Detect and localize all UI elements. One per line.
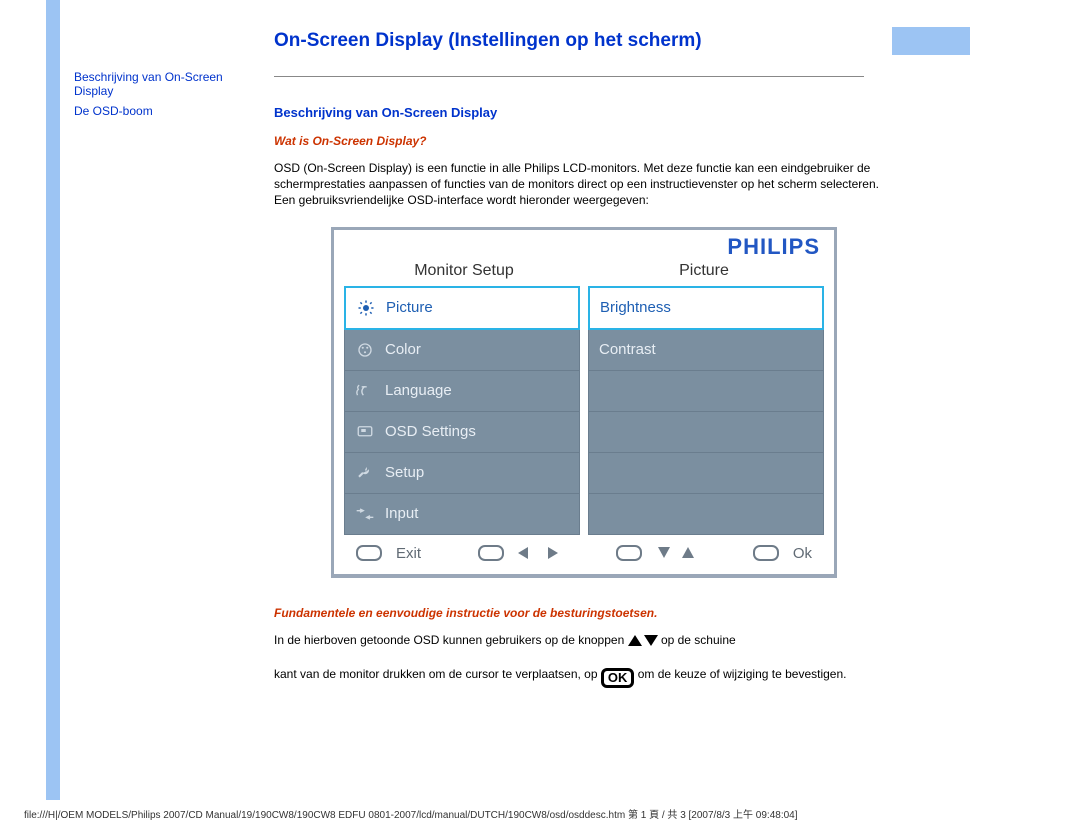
osd-nav-updown[interactable] xyxy=(616,545,696,561)
osd-sub-empty xyxy=(588,453,824,494)
osd-item-osd-settings[interactable]: OSD Settings xyxy=(344,412,580,453)
osd-nav-arrows[interactable] xyxy=(478,545,558,561)
intro-paragraph: OSD (On-Screen Display) is een functie i… xyxy=(274,160,894,209)
instructions-p1: In de hierboven getoonde OSD kunnen gebr… xyxy=(274,632,894,648)
osd-item-label: Input xyxy=(385,505,418,522)
page-wrap: Beschrijving van On-Screen Display De OS… xyxy=(0,0,1080,800)
osd-ok-label: Ok xyxy=(793,545,812,562)
text-span: In de hierboven getoonde OSD kunnen gebr… xyxy=(274,633,628,647)
pill-icon xyxy=(356,545,382,561)
decor-block xyxy=(892,27,970,55)
triangle-up-icon xyxy=(628,635,642,646)
osd-panels: Picture Color Language xyxy=(334,286,834,535)
text-span: kant van de monitor drukken om de cursor… xyxy=(274,667,601,681)
text-span: om de keuze of wijziging te bevestigen. xyxy=(638,667,847,681)
sidebar: Beschrijving van On-Screen Display De OS… xyxy=(60,0,274,800)
osd-logo-bar: PHILIPS xyxy=(334,230,834,260)
osd-left-panel: Picture Color Language xyxy=(344,286,580,535)
triangle-down-icon xyxy=(644,635,658,646)
osd-item-label: Color xyxy=(385,341,421,358)
language-icon xyxy=(355,383,375,399)
pill-icon xyxy=(616,545,642,561)
instructions-p2: kant van de monitor drukken om de cursor… xyxy=(274,666,894,688)
osd-item-picture[interactable]: Picture xyxy=(344,286,580,330)
down-up-icon xyxy=(656,546,696,560)
sidebar-link-tree[interactable]: De OSD-boom xyxy=(74,104,153,118)
text-span: op de schuine xyxy=(661,633,736,647)
osd-footer: Exit Ok xyxy=(334,535,834,574)
osd-figure: PHILIPS Monitor Setup Picture Picture xyxy=(331,227,837,578)
subsection-question: Wat is On-Screen Display? xyxy=(274,134,894,148)
left-right-icon xyxy=(518,546,558,560)
palette-icon xyxy=(355,341,375,359)
ok-icon: OK xyxy=(601,668,635,688)
osd-sub-brightness[interactable]: Brightness xyxy=(588,286,824,330)
osd-exit[interactable]: Exit xyxy=(356,545,421,562)
osd-item-label: Brightness xyxy=(600,299,671,316)
osd-item-label: Setup xyxy=(385,464,424,481)
osd-sub-empty xyxy=(588,494,824,535)
osd-item-language[interactable]: Language xyxy=(344,371,580,412)
title-underline xyxy=(274,76,864,77)
sidebar-link-desc[interactable]: Beschrijving van On-Screen Display xyxy=(74,70,223,98)
osd-item-color[interactable]: Color xyxy=(344,330,580,371)
osd-column-headers: Monitor Setup Picture xyxy=(334,260,834,286)
page-footer-path: file:///H|/OEM MODELS/Philips 2007/CD Ma… xyxy=(0,800,1080,827)
osd-item-label: Picture xyxy=(386,299,433,316)
page-title: On-Screen Display (Instellingen op het s… xyxy=(274,30,894,52)
wrench-icon xyxy=(355,464,375,482)
section-heading: Beschrijving van On-Screen Display xyxy=(274,105,894,120)
osd-ok[interactable]: Ok xyxy=(753,545,812,562)
osd-item-input[interactable]: Input xyxy=(344,494,580,535)
osd-header-left: Monitor Setup xyxy=(344,262,584,280)
osd-header-right: Picture xyxy=(584,262,824,280)
input-icon xyxy=(355,507,375,521)
screen-icon xyxy=(355,424,375,440)
left-stripe xyxy=(46,0,60,800)
pill-icon xyxy=(753,545,779,561)
osd-right-panel: Brightness Contrast xyxy=(588,286,824,535)
osd-sub-contrast[interactable]: Contrast xyxy=(588,330,824,371)
osd-sub-empty xyxy=(588,412,824,453)
osd-exit-label: Exit xyxy=(396,545,421,562)
philips-logo: PHILIPS xyxy=(727,234,820,259)
sun-icon xyxy=(356,299,376,317)
instructions-heading: Fundamentele en eenvoudige instructie vo… xyxy=(274,606,894,620)
pill-icon xyxy=(478,545,504,561)
content: On-Screen Display (Instellingen op het s… xyxy=(274,0,934,800)
osd-sub-empty xyxy=(588,371,824,412)
osd-item-setup[interactable]: Setup xyxy=(344,453,580,494)
osd-item-label: Language xyxy=(385,382,452,399)
osd-item-label: Contrast xyxy=(599,341,656,358)
osd-item-label: OSD Settings xyxy=(385,423,476,440)
